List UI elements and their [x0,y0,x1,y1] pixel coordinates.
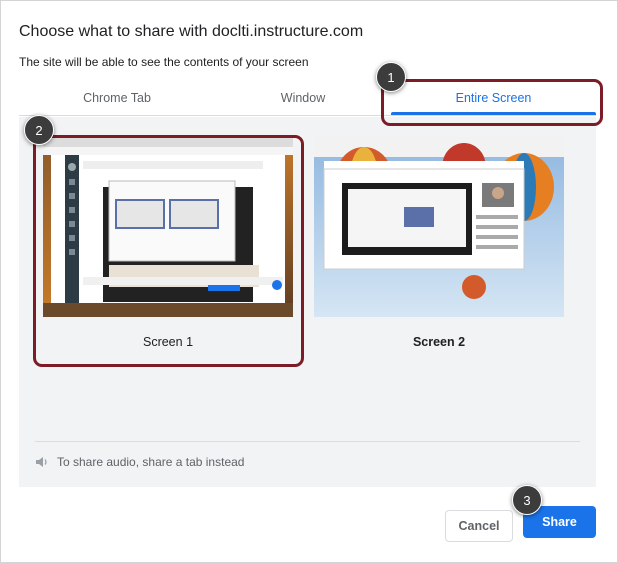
screen-2-option[interactable]: Screen 2 [312,135,566,371]
audio-note: To share audio, share a tab instead [35,453,244,471]
step-1-badge: 1 [376,62,406,92]
speaker-icon [36,457,47,467]
screen-1-option[interactable]: Screen 1 [41,135,295,371]
tab-window[interactable]: Window [215,81,391,115]
panel-divider [35,441,580,442]
dialog-title: Choose what to share with doclti.instruc… [19,23,364,40]
tab-chrome-tab[interactable]: Chrome Tab [19,81,215,115]
dialog-subtitle: The site will be able to see the content… [19,55,309,69]
step-3-badge: 3 [512,485,542,515]
tabs-divider [19,115,596,116]
source-type-tabs: Chrome Tab Window Entire Screen [19,81,596,117]
audio-note-text: To share audio, share a tab instead [57,455,245,469]
screen-1-thumbnail [43,137,293,317]
screen-1-label: Screen 1 [142,335,194,349]
cancel-button[interactable]: Cancel [445,510,513,542]
share-screen-dialog: Choose what to share with doclti.instruc… [0,0,618,563]
screen-2-label: Screen 2 [412,335,466,349]
tab-entire-screen[interactable]: Entire Screen [391,81,596,115]
step-2-badge: 2 [24,115,54,145]
screen-2-thumbnail [314,137,564,317]
source-picker-panel: Screen 1 Screen 2 To share audio, share … [19,117,596,487]
